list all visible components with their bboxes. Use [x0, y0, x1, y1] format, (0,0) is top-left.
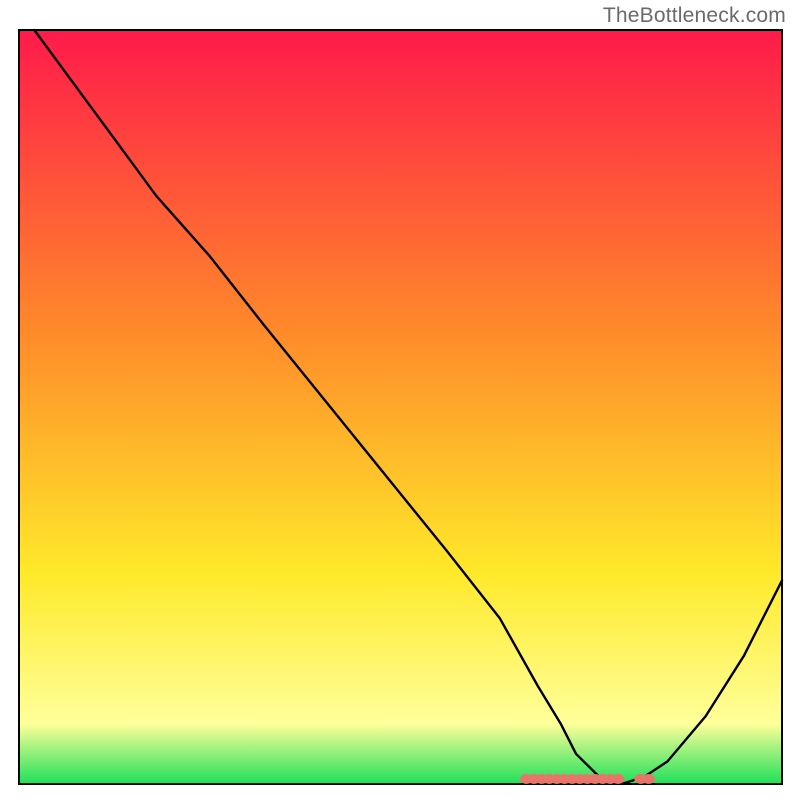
optimal-marker: [642, 774, 655, 784]
watermark-text: TheBottleneck.com: [603, 4, 786, 28]
optimal-marker: [612, 774, 625, 784]
gradient-background: [19, 30, 782, 784]
bottleneck-chart: [0, 0, 800, 800]
chart-container: TheBottleneck.com: [0, 0, 800, 800]
